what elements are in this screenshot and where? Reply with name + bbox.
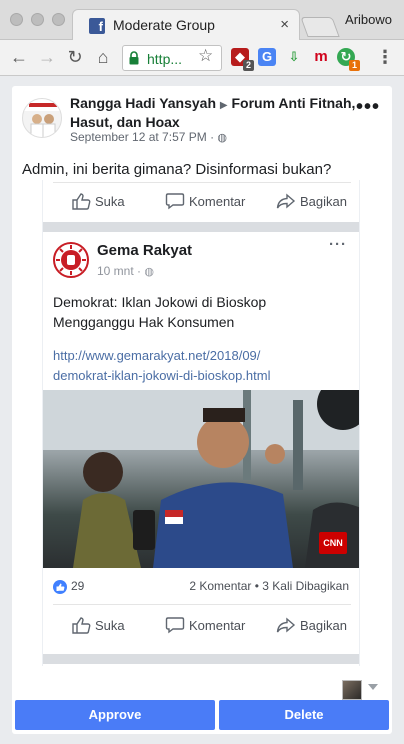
- divider: [53, 182, 351, 183]
- shared-post-text: Demokrat: Iklan Jokowi di Bioskop Mengga…: [53, 292, 343, 332]
- close-window-button[interactable]: [10, 13, 23, 26]
- author-avatar[interactable]: [22, 98, 62, 138]
- news-photo: CNN: [43, 390, 359, 568]
- reload-icon[interactable]: ↻: [64, 46, 86, 68]
- author-name-link[interactable]: Rangga Hadi Yansyah: [70, 95, 216, 111]
- bookmark-star-icon[interactable]: ☆: [198, 46, 213, 66]
- browser-toolbar: ← → ↻ ⌂ http... ☆ ◆ 2 G ⇩ m ↻ 1 ⋮: [0, 40, 404, 76]
- forward-arrow-icon[interactable]: →: [36, 46, 58, 68]
- download-extension-icon[interactable]: ⇩: [285, 48, 303, 66]
- cnn-logo: CNN: [319, 532, 347, 554]
- comment-label: Komentar: [189, 194, 246, 209]
- post-header: Rangga Hadi Yansyah ▶ Forum Anti Fitnah,…: [70, 95, 360, 131]
- shared-text-line: Mengganggu Hak Konsumen: [53, 314, 235, 330]
- caret-right-icon: ▶: [219, 100, 228, 111]
- extension-badge: 1: [348, 60, 360, 71]
- lock-icon: [129, 51, 139, 65]
- comment-bubble-icon: [165, 617, 185, 634]
- comment-label: Komentar: [189, 618, 246, 633]
- post-timestamp[interactable]: September 12 at 7:57 PM · ◍: [70, 130, 227, 144]
- approve-button[interactable]: Approve: [15, 700, 215, 730]
- post-options-icon[interactable]: •••: [356, 96, 380, 119]
- share-arrow-icon: [276, 617, 296, 633]
- globe-icon: ◍: [144, 266, 154, 278]
- green-extension-icon[interactable]: ↻ 1: [337, 48, 360, 71]
- feed-gap: [43, 222, 359, 232]
- m-extension-icon[interactable]: m: [312, 48, 330, 66]
- bottom-actions-row: Suka Komentar Bagikan: [43, 610, 359, 644]
- back-arrow-icon[interactable]: ←: [8, 46, 30, 68]
- shared-link-line: demokrat-iklan-jokowi-di-bioskop.html: [53, 368, 271, 383]
- share-label: Bagikan: [300, 194, 347, 209]
- post-message: Admin, ini berita gimana? Disinformasi b…: [22, 161, 332, 178]
- attachment-thumbnail[interactable]: [342, 680, 362, 700]
- shared-page-name: Gema Rakyat: [97, 242, 193, 259]
- page-background: Rangga Hadi Yansyah ▶ Forum Anti Fitnah,…: [0, 76, 404, 744]
- thumbs-up-icon: [72, 193, 91, 210]
- shared-link-line: http://www.gemarakyat.net/2018/09/: [53, 348, 261, 363]
- gema-rakyat-logo: [53, 242, 89, 278]
- comment-share-stats: 2 Komentar • 3 Kali Dibagikan: [189, 579, 349, 593]
- translate-extension-icon[interactable]: G: [258, 48, 276, 66]
- like-label: Suka: [95, 194, 125, 209]
- top-actions-row: Suka Komentar Bagikan: [43, 186, 359, 220]
- comment-bubble-icon: [165, 193, 185, 210]
- chevron-down-icon[interactable]: [368, 684, 378, 690]
- post-card: Rangga Hadi Yansyah ▶ Forum Anti Fitnah,…: [12, 86, 392, 734]
- browser-tab[interactable]: f Moderate Group ×: [72, 9, 300, 41]
- feed-gap: [43, 654, 359, 664]
- news-photo-illustration: [43, 390, 359, 568]
- share-label: Bagikan: [300, 618, 347, 633]
- share-arrow-icon: [276, 193, 296, 209]
- extension-shield-icon[interactable]: ◆ 2: [231, 48, 254, 71]
- shared-text-line: Demokrat: Iklan Jokowi di Bioskop: [53, 294, 267, 310]
- divider: [53, 604, 351, 605]
- facebook-favicon-icon: f: [89, 18, 105, 34]
- minimize-window-button[interactable]: [31, 13, 44, 26]
- tab-title: Moderate Group: [113, 17, 215, 33]
- post-time-text: September 12 at 7:57 PM ·: [70, 130, 218, 144]
- delete-button[interactable]: Delete: [219, 700, 389, 730]
- browser-menu-icon[interactable]: ⋮: [374, 46, 396, 68]
- like-count: 29: [71, 579, 85, 593]
- like-label: Suka: [95, 618, 125, 633]
- shared-options-icon: ···: [329, 236, 347, 253]
- shared-time-text: 10 mnt ·: [97, 264, 145, 278]
- thumbs-up-icon: [72, 617, 91, 634]
- profile-name[interactable]: Aribowo: [345, 12, 392, 27]
- tab-close-icon[interactable]: ×: [280, 16, 289, 33]
- attached-screenshot[interactable]: Suka Komentar Bagikan Gema Rakyat 10 mnt…: [42, 180, 360, 666]
- new-tab-button[interactable]: [300, 17, 340, 37]
- shared-link: http://www.gemarakyat.net/2018/09/ demok…: [53, 346, 353, 386]
- maximize-window-button[interactable]: [52, 13, 65, 26]
- url-text: http...: [147, 51, 183, 67]
- globe-icon: ◍: [217, 132, 228, 144]
- browser-titlebar: f Moderate Group × Aribowo: [0, 0, 404, 41]
- home-icon[interactable]: ⌂: [92, 46, 114, 68]
- shared-timestamp: 10 mnt · ◍: [97, 264, 154, 278]
- like-reaction-icon: [53, 580, 67, 594]
- extension-badge: 2: [242, 60, 254, 71]
